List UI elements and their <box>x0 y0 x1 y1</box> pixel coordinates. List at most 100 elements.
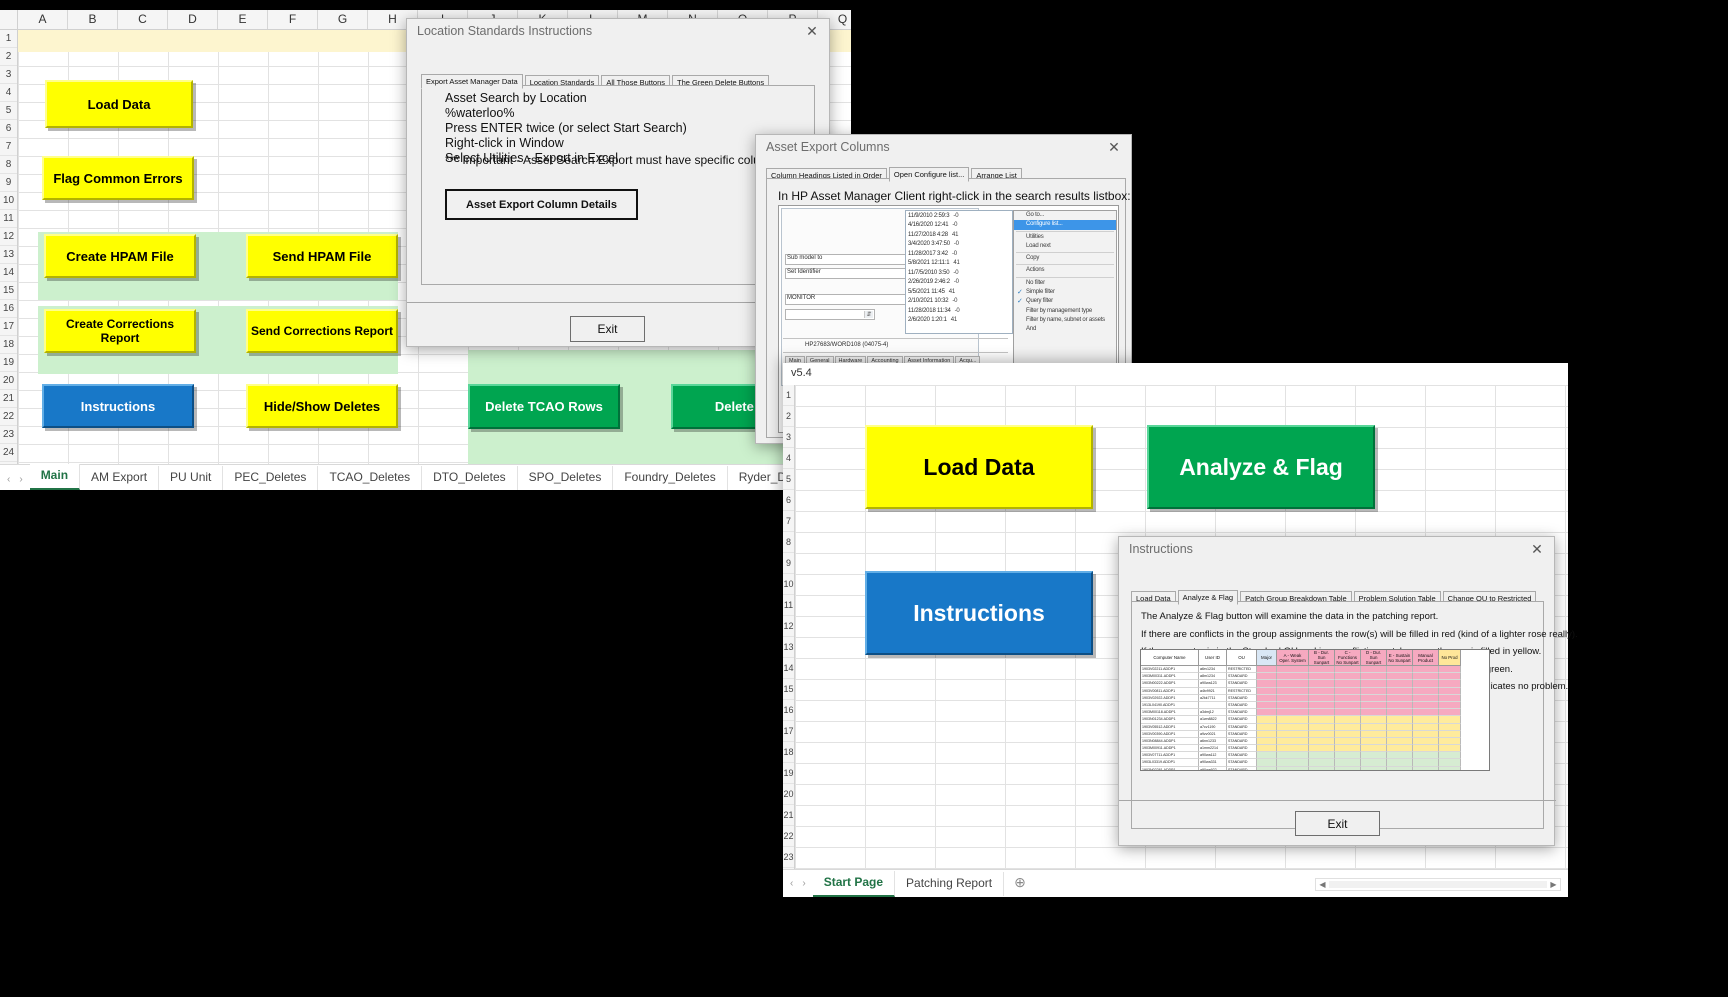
row-header-11[interactable]: 11 <box>783 595 794 616</box>
row-header-22[interactable]: 22 <box>0 408 17 426</box>
row-header-12[interactable]: 12 <box>0 228 17 246</box>
screenshot-result-row[interactable]: 11/9/2010 2:59:3 -0 <box>906 211 1012 221</box>
row-header-8[interactable]: 8 <box>0 156 17 174</box>
context-menu-item-configure-list-[interactable]: Configure list... <box>1014 220 1116 230</box>
context-menu-item-actions[interactable]: Actions <box>1014 266 1116 275</box>
screenshot-result-row[interactable]: 11/7/5/2010 3:50 -0 <box>906 268 1012 278</box>
column-header-C[interactable]: C <box>118 10 168 29</box>
row-header-11[interactable]: 11 <box>0 210 17 228</box>
tab-analyze-flag[interactable]: Analyze & Flag <box>1177 590 1239 605</box>
sheet-nav-arrows[interactable]: ‹ › <box>0 474 30 490</box>
screenshot-result-row[interactable]: 2/10/2021 10:32 -0 <box>906 297 1012 307</box>
sheet-tab-pu-unit[interactable]: PU Unit <box>159 466 224 490</box>
row-header-9[interactable]: 9 <box>0 174 17 192</box>
context-menu-item-load-next[interactable]: Load next <box>1014 242 1116 251</box>
context-menu-item-filter-by-management-type[interactable]: Filter by management type <box>1014 307 1116 316</box>
row-header-8[interactable]: 8 <box>783 532 794 553</box>
sheet-nav-prev-icon[interactable]: ‹ <box>7 474 10 485</box>
sheet-tab-dto-deletes[interactable]: DTO_Deletes <box>422 466 518 490</box>
sheet-tab-tcao-deletes[interactable]: TCAO_Deletes <box>318 466 423 490</box>
row-header-14[interactable]: 14 <box>0 264 17 282</box>
column-header-G[interactable]: G <box>318 10 368 29</box>
row-header-5[interactable]: 5 <box>0 102 17 120</box>
row-header-10[interactable]: 10 <box>0 192 17 210</box>
row-header-7[interactable]: 7 <box>0 138 17 156</box>
flag-common-errors-button[interactable]: Flag Common Errors <box>42 156 194 200</box>
scrollbar-track[interactable] <box>1329 881 1547 888</box>
scroll-left-icon[interactable]: ◀ <box>1316 880 1329 889</box>
hide-show-deletes-button[interactable]: Hide/Show Deletes <box>246 384 398 428</box>
load-data-button[interactable]: Load Data <box>45 80 193 128</box>
row-header-6[interactable]: 6 <box>0 120 17 138</box>
row-header-18[interactable]: 18 <box>783 742 794 763</box>
row-header-13[interactable]: 13 <box>783 637 794 658</box>
instructions-button[interactable]: Instructions <box>42 384 194 428</box>
column-header-F[interactable]: F <box>268 10 318 29</box>
row-header-13[interactable]: 13 <box>0 246 17 264</box>
add-sheet-icon[interactable]: ⊕ <box>1004 871 1036 897</box>
row-header-14[interactable]: 14 <box>783 658 794 679</box>
spinner-icon[interactable]: ⇵ <box>864 311 873 318</box>
screenshot-result-row[interactable]: 11/28/2017 3:42 -0 <box>906 249 1012 259</box>
context-menu-item-and[interactable]: And <box>1014 325 1116 334</box>
context-menu-item-utilities[interactable]: Utilities <box>1014 233 1116 242</box>
row-header-23[interactable]: 23 <box>0 426 17 444</box>
column-header-B[interactable]: B <box>68 10 118 29</box>
row-header-22[interactable]: 22 <box>783 826 794 847</box>
row-header-21[interactable]: 21 <box>0 390 17 408</box>
row-header-19[interactable]: 19 <box>783 763 794 784</box>
screenshot-result-row[interactable]: 2/26/2019 2:46:2 -0 <box>906 278 1012 288</box>
dialog-titlebar[interactable]: Asset Export Columns ✕ <box>756 135 1131 159</box>
row-header-20[interactable]: 20 <box>0 372 17 390</box>
row-header-15[interactable]: 15 <box>783 679 794 700</box>
row-header-10[interactable]: 10 <box>783 574 794 595</box>
sheet-nav-prev-icon[interactable]: ‹ <box>790 878 793 889</box>
tab-open-configure-list-[interactable]: Open Configure list... <box>888 167 970 182</box>
row-header-24[interactable]: 24 <box>0 444 17 462</box>
row-header-18[interactable]: 18 <box>0 336 17 354</box>
dialog-titlebar[interactable]: Instructions ✕ <box>1119 537 1554 561</box>
exit-button-instructions[interactable]: Exit <box>1295 811 1380 836</box>
send-hpam-file-button[interactable]: Send HPAM File <box>246 234 398 278</box>
row-header-2[interactable]: 2 <box>783 406 794 427</box>
load-data-button-2[interactable]: Load Data <box>865 425 1093 509</box>
sheet-nav-next-icon[interactable]: › <box>802 878 805 889</box>
row-header-3[interactable]: 3 <box>0 66 17 84</box>
column-header-D[interactable]: D <box>168 10 218 29</box>
create-hpam-file-button[interactable]: Create HPAM File <box>44 234 196 278</box>
analyze-and-flag-button[interactable]: Analyze & Flag <box>1147 425 1375 509</box>
sheet-tab-spo-deletes[interactable]: SPO_Deletes <box>518 466 614 490</box>
column-header-E[interactable]: E <box>218 10 268 29</box>
context-menu-item-query-filter[interactable]: ✓ Query filter <box>1014 297 1116 306</box>
asset-export-column-details-button[interactable]: Asset Export Column Details <box>445 189 638 220</box>
sheet-tab-am-export[interactable]: AM Export <box>80 466 160 490</box>
send-corrections-report-button[interactable]: Send Corrections Report <box>246 309 398 353</box>
context-menu-item-filter-by-name-subnet-or-assets[interactable]: Filter by name, subnet or assets <box>1014 316 1116 325</box>
screenshot-result-row[interactable]: 5/8/2021 12:11:1 41 <box>906 259 1012 269</box>
row-header-1[interactable]: 1 <box>783 385 794 406</box>
screenshot-result-row[interactable]: 11/27/2018 4:28 41 <box>906 230 1012 240</box>
context-menu-item-simple-filter[interactable]: ✓ Simple filter <box>1014 288 1116 297</box>
row-header-1[interactable]: 1 <box>0 30 17 48</box>
context-menu-item-no-filter[interactable]: No filter <box>1014 279 1116 288</box>
scroll-right-icon[interactable]: ▶ <box>1547 880 1560 889</box>
screenshot-field-spinner[interactable]: ⇵ <box>785 309 875 320</box>
row-header-23[interactable]: 23 <box>783 847 794 868</box>
row-header-20[interactable]: 20 <box>783 784 794 805</box>
row-header-2[interactable]: 2 <box>0 48 17 66</box>
screenshot-context-menu[interactable]: Go to... Configure list... Utilities Load n… <box>1013 210 1117 372</box>
sheet-tab-pec-deletes[interactable]: PEC_Deletes <box>223 466 319 490</box>
row-header-16[interactable]: 16 <box>0 300 17 318</box>
close-icon[interactable]: ✕ <box>1103 138 1125 156</box>
screenshot-result-row[interactable]: 4/16/2020 12:41 -0 <box>906 221 1012 231</box>
row-header-17[interactable]: 17 <box>0 318 17 336</box>
delete-tcao-rows-button[interactable]: Delete TCAO Rows <box>468 384 620 429</box>
row-header-4[interactable]: 4 <box>0 84 17 102</box>
row-header-15[interactable]: 15 <box>0 282 17 300</box>
row-header-5[interactable]: 5 <box>783 469 794 490</box>
sheet-tab-patching-report[interactable]: Patching Report <box>895 871 1005 896</box>
screenshot-result-row[interactable]: 2/6/2020 1:20:1 41 <box>906 316 1012 326</box>
horizontal-scrollbar[interactable]: ◀ ▶ <box>1315 878 1561 891</box>
row-header-21[interactable]: 21 <box>783 805 794 826</box>
column-header-A[interactable]: A <box>18 10 68 29</box>
